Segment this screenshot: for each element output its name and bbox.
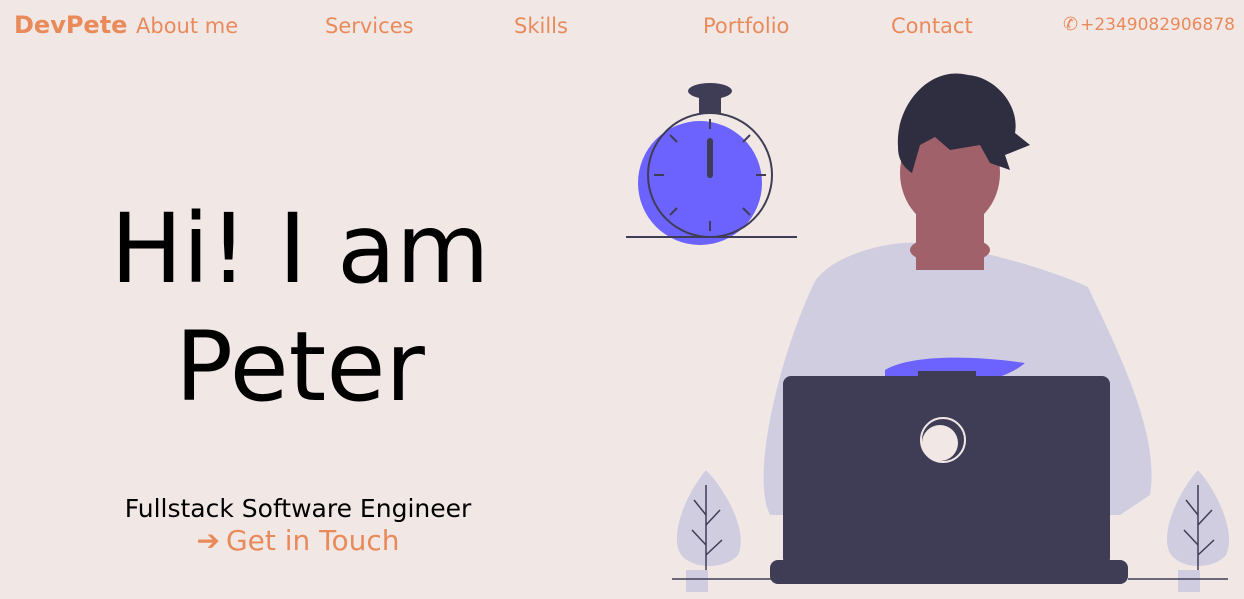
cta-label: Get in Touch xyxy=(225,524,400,557)
hero-greeting-line1: Hi! I am xyxy=(110,193,490,305)
phone-icon: ✆ xyxy=(1063,14,1079,35)
get-in-touch-link[interactable]: ➔ Get in Touch xyxy=(80,524,516,557)
hero-role: Fullstack Software Engineer xyxy=(124,494,472,523)
nav-link-services[interactable]: Services xyxy=(325,14,414,38)
navbar: DevPete About me Services Skills Portfol… xyxy=(0,0,1244,56)
nav-link-about[interactable]: About me xyxy=(136,14,238,38)
brand-logo[interactable]: DevPete xyxy=(14,11,127,39)
laptop-icon xyxy=(770,371,1128,584)
nav-link-skills[interactable]: Skills xyxy=(514,14,568,38)
nav-link-contact[interactable]: Contact xyxy=(891,14,973,38)
nav-link-portfolio[interactable]: Portfolio xyxy=(703,14,789,38)
phone-contact[interactable]: ✆ +2349082906878 xyxy=(1063,14,1235,35)
arrow-right-icon: ➔ xyxy=(196,524,220,557)
hero-heading: Hi! I am Peter xyxy=(70,190,530,426)
hero-greeting-line2: Peter xyxy=(175,311,425,423)
hero-illustration xyxy=(626,73,1230,592)
plant-left-icon xyxy=(672,470,772,592)
phone-number: +2349082906878 xyxy=(1080,15,1235,35)
stopwatch-icon xyxy=(626,83,797,245)
